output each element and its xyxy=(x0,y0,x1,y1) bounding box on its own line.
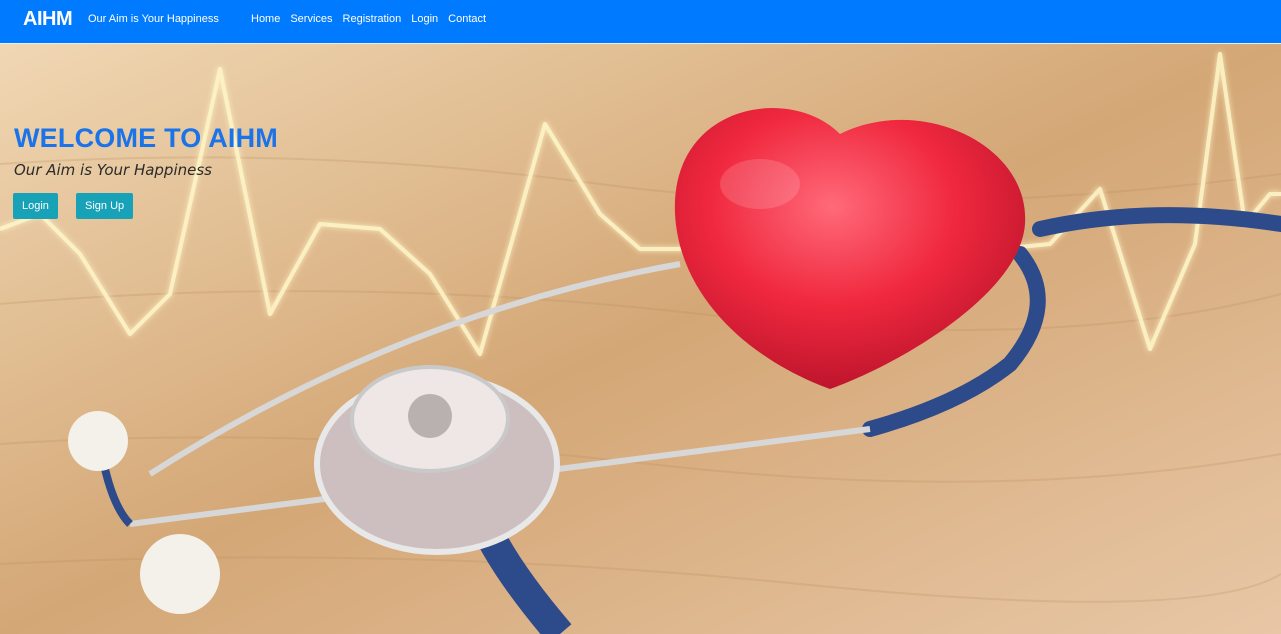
nav-link-contact[interactable]: Contact xyxy=(448,13,486,25)
brand-logo[interactable]: AIHM xyxy=(23,8,73,31)
nav-links: Home Services Registration Login Contact xyxy=(251,13,486,25)
nav-link-registration[interactable]: Registration xyxy=(343,13,402,25)
login-button[interactable]: Login xyxy=(13,193,58,219)
signup-button[interactable]: Sign Up xyxy=(76,193,134,219)
top-navbar: AIHM Our Aim is Your Happiness Home Serv… xyxy=(0,0,1281,44)
nav-link-home[interactable]: Home xyxy=(251,13,280,25)
hero-title: WELCOME TO AIHM xyxy=(14,123,278,153)
hero-subtitle: Our Aim is Your Happiness xyxy=(14,161,212,179)
navbar-tagline: Our Aim is Your Happiness xyxy=(88,13,219,25)
nav-link-login[interactable]: Login xyxy=(411,13,438,25)
hero-section: WELCOME TO AIHM Our Aim is Your Happines… xyxy=(0,44,1281,634)
nav-link-services[interactable]: Services xyxy=(290,13,332,25)
